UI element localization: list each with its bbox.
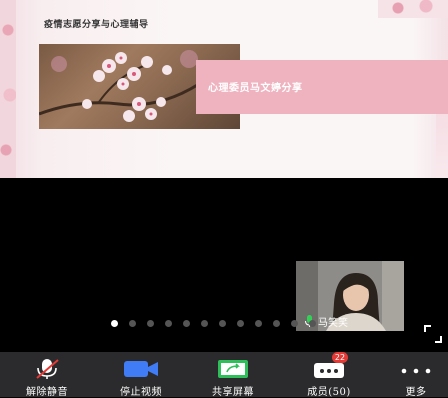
page-dot[interactable] (111, 320, 118, 327)
banner-text: 心理委员马文婷分享 (208, 83, 303, 94)
page-dot[interactable] (273, 320, 280, 327)
mic-muted-icon (36, 359, 59, 379)
shared-screen: 疫情志愿分享与心理辅导 心理委员马文婷分享 (0, 0, 448, 178)
page-dot[interactable] (309, 320, 316, 327)
share-screen-icon (218, 360, 248, 378)
members-button[interactable]: 22 成员(50) (292, 352, 366, 398)
page-dot[interactable] (183, 320, 190, 327)
meeting-toolbar: 解除静音 停止视频 共享屏幕 22 成员(50) 更多 (0, 352, 448, 398)
more-icon (401, 368, 431, 374)
more-label: 更多 (405, 387, 427, 398)
fullscreen-icon[interactable] (423, 324, 443, 344)
page-dot[interactable] (219, 320, 226, 327)
share-screen-label: 共享屏幕 (212, 387, 254, 398)
page-dot[interactable] (237, 320, 244, 327)
members-label: 成员(50) (307, 387, 351, 398)
blossom-border-top-right (378, 0, 448, 18)
stop-video-button[interactable]: 停止视频 (104, 352, 178, 398)
blossom-border-left (0, 0, 16, 178)
video-camera-icon (124, 361, 158, 377)
slide-title: 疫情志愿分享与心理辅导 (44, 20, 149, 30)
members-badge: 22 (332, 352, 348, 363)
share-screen-button[interactable]: 共享屏幕 (196, 352, 270, 398)
unmute-label: 解除静音 (26, 387, 68, 398)
participant-name: 马笑笑 (318, 318, 348, 329)
unmute-button[interactable]: 解除静音 (10, 352, 84, 398)
page-dot[interactable] (255, 320, 262, 327)
more-button[interactable]: 更多 (384, 352, 448, 398)
slide-banner: 心理委员马文婷分享 (196, 60, 448, 114)
page-dot[interactable] (165, 320, 172, 327)
members-icon (314, 363, 344, 378)
page-dot[interactable] (291, 320, 298, 327)
stop-video-label: 停止视频 (120, 387, 162, 398)
page-dot[interactable] (129, 320, 136, 327)
page-dot[interactable] (147, 320, 154, 327)
page-dot[interactable] (201, 320, 208, 327)
